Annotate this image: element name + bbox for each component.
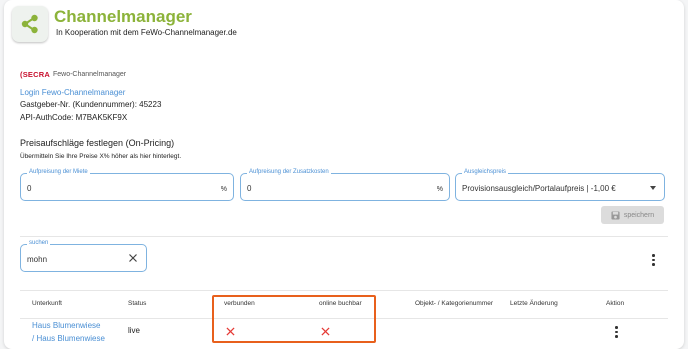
divider — [20, 236, 668, 237]
column-header-aktion: Aktion — [606, 300, 625, 307]
search-value: mohn — [27, 255, 48, 264]
search-input[interactable]: suchen mohn — [20, 240, 147, 272]
secra-logo: (SECRA — [20, 70, 50, 79]
rent-markup-field[interactable]: Aufpreisung der Miete 0 % — [20, 169, 234, 201]
login-link[interactable]: Login Fewo-Channelmanager — [20, 88, 125, 97]
column-header-objektnummer[interactable]: Objekt- / Kategorienummer — [415, 300, 493, 307]
compensation-value: Provisionsausgleich/Portalaufpreis | -1,… — [462, 184, 616, 193]
column-header-unterkunft[interactable]: Unterkunft — [32, 300, 62, 307]
api-auth-code: API-AuthCode: M7BAK5KF9X — [20, 113, 128, 122]
highlight-box — [212, 295, 376, 343]
compensation-label: Ausgleichspreis — [462, 169, 509, 175]
save-button[interactable]: speichern — [601, 206, 664, 224]
extra-costs-value: 0 — [247, 184, 252, 193]
brand-product: Fewo-Channelmanager — [52, 71, 127, 78]
status-badge: live — [128, 326, 141, 335]
extra-costs-markup-field[interactable]: Aufpreisung der Zusatzkosten 0 % — [240, 169, 450, 201]
host-number: Gastgeber-Nr. (Kundennummer): 45223 — [20, 100, 162, 109]
pricing-title: Preisaufschläge festlegen (On-Pricing) — [20, 138, 175, 148]
channelmanager-card: Channelmanager In Kooperation mit dem Fe… — [4, 0, 684, 349]
share-icon — [12, 6, 48, 42]
column-header-letzte-aenderung[interactable]: Letzte Änderung — [510, 300, 558, 307]
column-header-status[interactable]: Status — [128, 300, 146, 307]
floppy-disk-icon — [611, 210, 620, 220]
percent-unit: % — [220, 186, 227, 193]
row-actions-icon[interactable] — [615, 326, 618, 338]
app-subtitle: In Kooperation mit dem FeWo-Channelmanag… — [56, 28, 237, 37]
search-label: suchen — [27, 240, 51, 246]
app-title: Channelmanager — [54, 7, 192, 26]
pricing-subtitle: Übermitteln Sie Ihre Preise X% höher als… — [20, 153, 182, 160]
dropdown-arrow-icon — [650, 186, 656, 190]
percent-unit: % — [436, 186, 443, 193]
rent-markup-value: 0 — [27, 184, 32, 193]
close-icon[interactable] — [128, 253, 138, 263]
compensation-select[interactable]: Ausgleichspreis Provisionsausgleich/Port… — [455, 169, 665, 201]
more-options-icon[interactable] — [652, 254, 655, 266]
rent-markup-label: Aufpreisung der Miete — [27, 169, 90, 175]
divider — [20, 290, 668, 291]
save-label: speichern — [623, 211, 655, 219]
brand-logo: (SECRA Fewo-Channelmanager — [20, 70, 126, 79]
extra-costs-label: Aufpreisung der Zusatzkosten — [247, 169, 331, 175]
property-link[interactable]: Haus Blumenwiese — [32, 321, 100, 330]
property-link[interactable]: / Haus Blumenwiese — [32, 334, 105, 343]
